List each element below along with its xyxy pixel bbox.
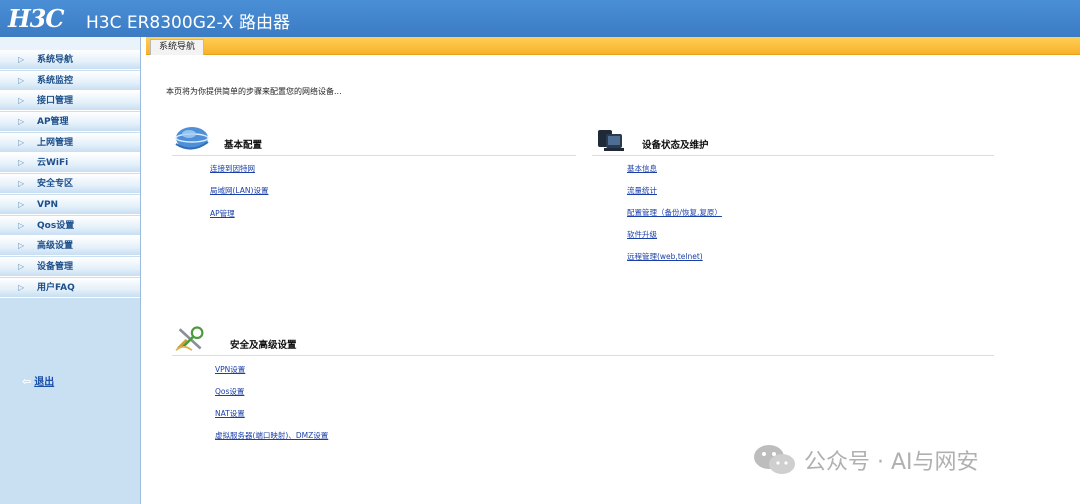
arrow-icon: ▷ (18, 220, 25, 230)
sidebar-item-system-nav[interactable]: ▷ 系统导航 (0, 50, 140, 70)
sidebar-item-system-monitor[interactable]: ▷ 系统监控 (0, 70, 140, 91)
sidebar-item-qos[interactable]: ▷ Qos设置 (0, 215, 140, 236)
sidebar-item-cloud-wifi[interactable]: ▷ 云WiFi (0, 153, 140, 174)
link-nat-settings[interactable]: NAT设置 (215, 408, 245, 419)
logout-icon: ⇦ (22, 375, 32, 388)
basic-config-title: 基本配置 (224, 140, 263, 151)
sidebar-item-ap[interactable]: ▷ AP管理 (0, 112, 140, 133)
sidebar-item-faq[interactable]: ▷ 用户FAQ (0, 277, 140, 298)
link-basic-info[interactable]: 基本信息 (627, 163, 657, 174)
tab-bar: 系统导航 (146, 37, 1080, 55)
top-header: H3C H3C ER8300G2-X 路由器 (0, 0, 1080, 37)
link-config-manage[interactable]: 配置管理（备份/恢复,复原） (627, 207, 722, 218)
sidebar-item-device[interactable]: ▷ 设备管理 (0, 256, 140, 277)
divider (172, 355, 994, 356)
arrow-icon: ▷ (18, 96, 25, 106)
device-status-title: 设备状态及维护 (642, 140, 709, 151)
link-virtual-server[interactable]: 虚拟服务器(端口映射)、DMZ设置 (215, 430, 328, 441)
link-qos-settings[interactable]: Qos设置 (215, 386, 244, 397)
link-remote-manage[interactable]: 远程管理(web,telnet) (627, 251, 703, 262)
divider (592, 155, 994, 156)
sidebar-item-security[interactable]: ▷ 安全专区 (0, 174, 140, 195)
arrow-icon: ▷ (18, 75, 25, 85)
link-software-upgrade[interactable]: 软件升级 (627, 229, 657, 240)
product-title: H3C ER8300G2-X 路由器 (86, 13, 291, 33)
intro-text: 本页将为你提供简单的步骤来配置您的网络设备... (166, 87, 342, 96)
brand-logo: H3C (8, 4, 64, 33)
globe-icon (175, 127, 209, 150)
sidebar-item-vpn[interactable]: ▷ VPN (0, 194, 140, 215)
arrow-icon: ▷ (18, 137, 25, 147)
arrow-icon: ▷ (18, 55, 25, 64)
arrow-icon: ▷ (18, 179, 25, 189)
arrow-icon: ▷ (18, 117, 25, 127)
arrow-icon: ▷ (18, 199, 25, 209)
link-connect-internet[interactable]: 连接到因特网 (210, 163, 255, 174)
arrow-icon: ▷ (18, 282, 25, 292)
arrow-icon: ▷ (18, 261, 25, 271)
tab-system-nav[interactable]: 系统导航 (150, 39, 205, 55)
arrow-icon: ▷ (18, 241, 25, 251)
tools-icon (175, 326, 204, 351)
security-advanced-title: 安全及高级设置 (230, 340, 297, 351)
sidebar-item-interface[interactable]: ▷ 接口管理 (0, 91, 140, 112)
arrow-icon: ▷ (18, 158, 25, 168)
link-traffic-stats[interactable]: 流量统计 (627, 185, 657, 196)
wechat-icon (754, 445, 795, 474)
sidebar-item-advanced[interactable]: ▷ 高级设置 (0, 236, 140, 257)
link-vpn-settings[interactable]: VPN设置 (215, 364, 245, 375)
sidebar: ▷ 系统导航 ▷ 系统监控 ▷ 接口管理 ▷ AP管理 ▷ 上网管理 ▷ 云WiFi ▷ 安全… (0, 37, 141, 504)
sidebar-item-internet[interactable]: ▷ 上网管理 (0, 132, 140, 153)
divider (172, 155, 576, 156)
link-lan-settings[interactable]: 局域网(LAN)设置 (210, 185, 268, 196)
logout-link[interactable]: ⇦ 退出 (22, 373, 54, 388)
link-ap-manage[interactable]: AP管理 (210, 208, 235, 219)
monitor-icon (598, 130, 624, 151)
